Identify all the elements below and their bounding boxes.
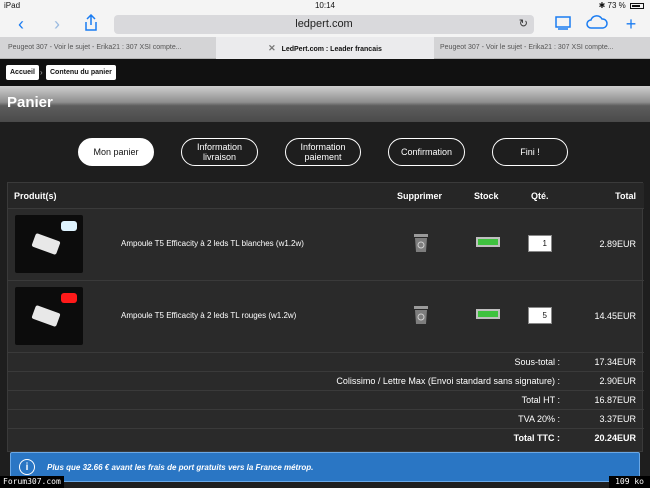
led-glow bbox=[61, 221, 77, 231]
tab-bar: Peugeot 307 - Voir le sujet - Erika21 : … bbox=[0, 37, 650, 59]
page-header: Panier bbox=[0, 86, 650, 122]
watermark-right: 109 ko bbox=[609, 476, 650, 488]
row-total: 2.89EUR bbox=[599, 239, 636, 249]
product-image[interactable] bbox=[15, 215, 83, 273]
summary-value: 20.24EUR bbox=[594, 433, 636, 443]
step-information-livraison[interactable]: Information livraison bbox=[181, 138, 258, 166]
address-bar[interactable]: ledpert.com ↻ bbox=[114, 15, 534, 34]
header-total: Total bbox=[615, 191, 636, 201]
reload-icon[interactable]: ↻ bbox=[519, 15, 528, 34]
summary-value: 17.34EUR bbox=[594, 357, 636, 367]
product-name[interactable]: Ampoule T5 Efficacity à 2 leds TL rouges… bbox=[121, 311, 296, 320]
product-image[interactable] bbox=[15, 287, 83, 345]
forward-icon[interactable]: › bbox=[46, 14, 68, 34]
url-text: ledpert.com bbox=[295, 18, 353, 30]
watermark-left: Forum307.com bbox=[0, 476, 64, 488]
back-icon[interactable]: ‹ bbox=[10, 14, 32, 34]
stock-indicator bbox=[476, 237, 500, 247]
subtotal-row: Sous-total : 17.34EUR bbox=[8, 353, 644, 372]
table-header: Produit(s) Supprimer Stock Qté. Total bbox=[8, 183, 644, 209]
led-glow bbox=[61, 293, 77, 303]
trash-icon[interactable] bbox=[412, 231, 430, 253]
free-shipping-banner: i Plus que 32.66 € avant les frais de po… bbox=[10, 452, 640, 482]
tva-row: TVA 20% : 3.37EUR bbox=[8, 410, 644, 429]
browser-toolbar: ‹ › ledpert.com ↻ + bbox=[0, 12, 650, 37]
bluetooth-icon: ✱ bbox=[598, 1, 606, 10]
trash-icon[interactable] bbox=[412, 303, 430, 325]
tab-peugeot-1[interactable]: Peugeot 307 - Voir le sujet - Erika21 : … bbox=[8, 37, 214, 59]
share-icon[interactable] bbox=[80, 13, 102, 34]
breadcrumb-home[interactable]: Accueil bbox=[6, 65, 39, 80]
page-title: Panier bbox=[7, 94, 53, 111]
summary-label: TVA 20% : bbox=[518, 414, 560, 424]
table-row: Ampoule T5 Efficacity à 2 leds TL rouges… bbox=[8, 281, 644, 353]
new-tab-icon[interactable]: + bbox=[620, 14, 642, 34]
step-information-paiement[interactable]: Information paiement bbox=[285, 138, 361, 166]
stock-indicator bbox=[476, 309, 500, 319]
status-bar: iPad 10:14 ✱ 73 % bbox=[0, 0, 650, 12]
clock: 10:14 bbox=[314, 1, 336, 10]
breadcrumb: Accueil › Contenu du panier bbox=[0, 59, 650, 86]
shipping-row: Colissimo / Lettre Max (Envoi standard s… bbox=[8, 372, 644, 391]
step-label: Mon panier bbox=[93, 147, 139, 157]
breadcrumb-current[interactable]: Contenu du panier bbox=[46, 65, 116, 80]
cart-table: Produit(s) Supprimer Stock Qté. Total Am… bbox=[7, 182, 644, 452]
tab-label: Peugeot 307 - Voir le sujet - Erika21 : … bbox=[8, 44, 182, 51]
total-ht-row: Total HT : 16.87EUR bbox=[8, 391, 644, 410]
tab-peugeot-2[interactable]: Peugeot 307 - Voir le sujet - Erika21 : … bbox=[440, 37, 648, 59]
close-tab-icon[interactable]: ✕ bbox=[268, 43, 276, 53]
summary-value: 3.37EUR bbox=[599, 414, 636, 424]
summary-label: Total TTC : bbox=[513, 433, 560, 443]
battery-icon bbox=[630, 2, 644, 9]
info-icon: i bbox=[19, 459, 35, 475]
summary-value: 2.90EUR bbox=[599, 376, 636, 386]
led-shape bbox=[31, 304, 61, 328]
table-row: Ampoule T5 Efficacity à 2 leds TL blanch… bbox=[8, 209, 644, 281]
header-product: Produit(s) bbox=[14, 191, 57, 201]
breadcrumb-separator-icon: › bbox=[40, 68, 43, 77]
tab-ledpert[interactable]: ✕ LedPert.com : Leader francais bbox=[216, 37, 434, 59]
row-total: 14.45EUR bbox=[594, 311, 636, 321]
step-label: Confirmation bbox=[400, 147, 453, 157]
summary-value: 16.87EUR bbox=[594, 395, 636, 405]
tab-label: LedPert.com : Leader francais bbox=[281, 46, 382, 53]
quantity-input[interactable] bbox=[528, 235, 552, 252]
step-label: Fini ! bbox=[520, 147, 540, 157]
header-qty: Qté. bbox=[531, 191, 549, 201]
step-fini[interactable]: Fini ! bbox=[492, 138, 568, 166]
header-stock: Stock bbox=[474, 191, 499, 201]
step-confirmation[interactable]: Confirmation bbox=[388, 138, 465, 166]
quantity-input[interactable] bbox=[528, 307, 552, 324]
led-shape bbox=[31, 232, 61, 256]
battery-status: ✱ 73 % bbox=[599, 1, 644, 10]
banner-text: Plus que 32.66 € avant les frais de port… bbox=[47, 463, 314, 472]
step-mon-panier[interactable]: Mon panier bbox=[78, 138, 154, 166]
tab-label: Peugeot 307 - Voir le sujet - Erika21 : … bbox=[440, 44, 614, 51]
summary-label: Total HT : bbox=[521, 395, 560, 405]
summary-label: Sous-total : bbox=[514, 357, 560, 367]
total-ttc-row: Total TTC : 20.24EUR bbox=[8, 429, 644, 448]
tabs-icon[interactable] bbox=[552, 14, 574, 34]
step-label: Information paiement bbox=[300, 142, 346, 162]
summary-label: Colissimo / Lettre Max (Envoi standard s… bbox=[336, 376, 560, 386]
step-label: Information livraison bbox=[196, 142, 243, 162]
product-name[interactable]: Ampoule T5 Efficacity à 2 leds TL blanch… bbox=[121, 239, 304, 248]
battery-label: 73 % bbox=[607, 1, 626, 10]
cloud-icon[interactable] bbox=[586, 14, 608, 34]
header-delete: Supprimer bbox=[397, 191, 443, 201]
